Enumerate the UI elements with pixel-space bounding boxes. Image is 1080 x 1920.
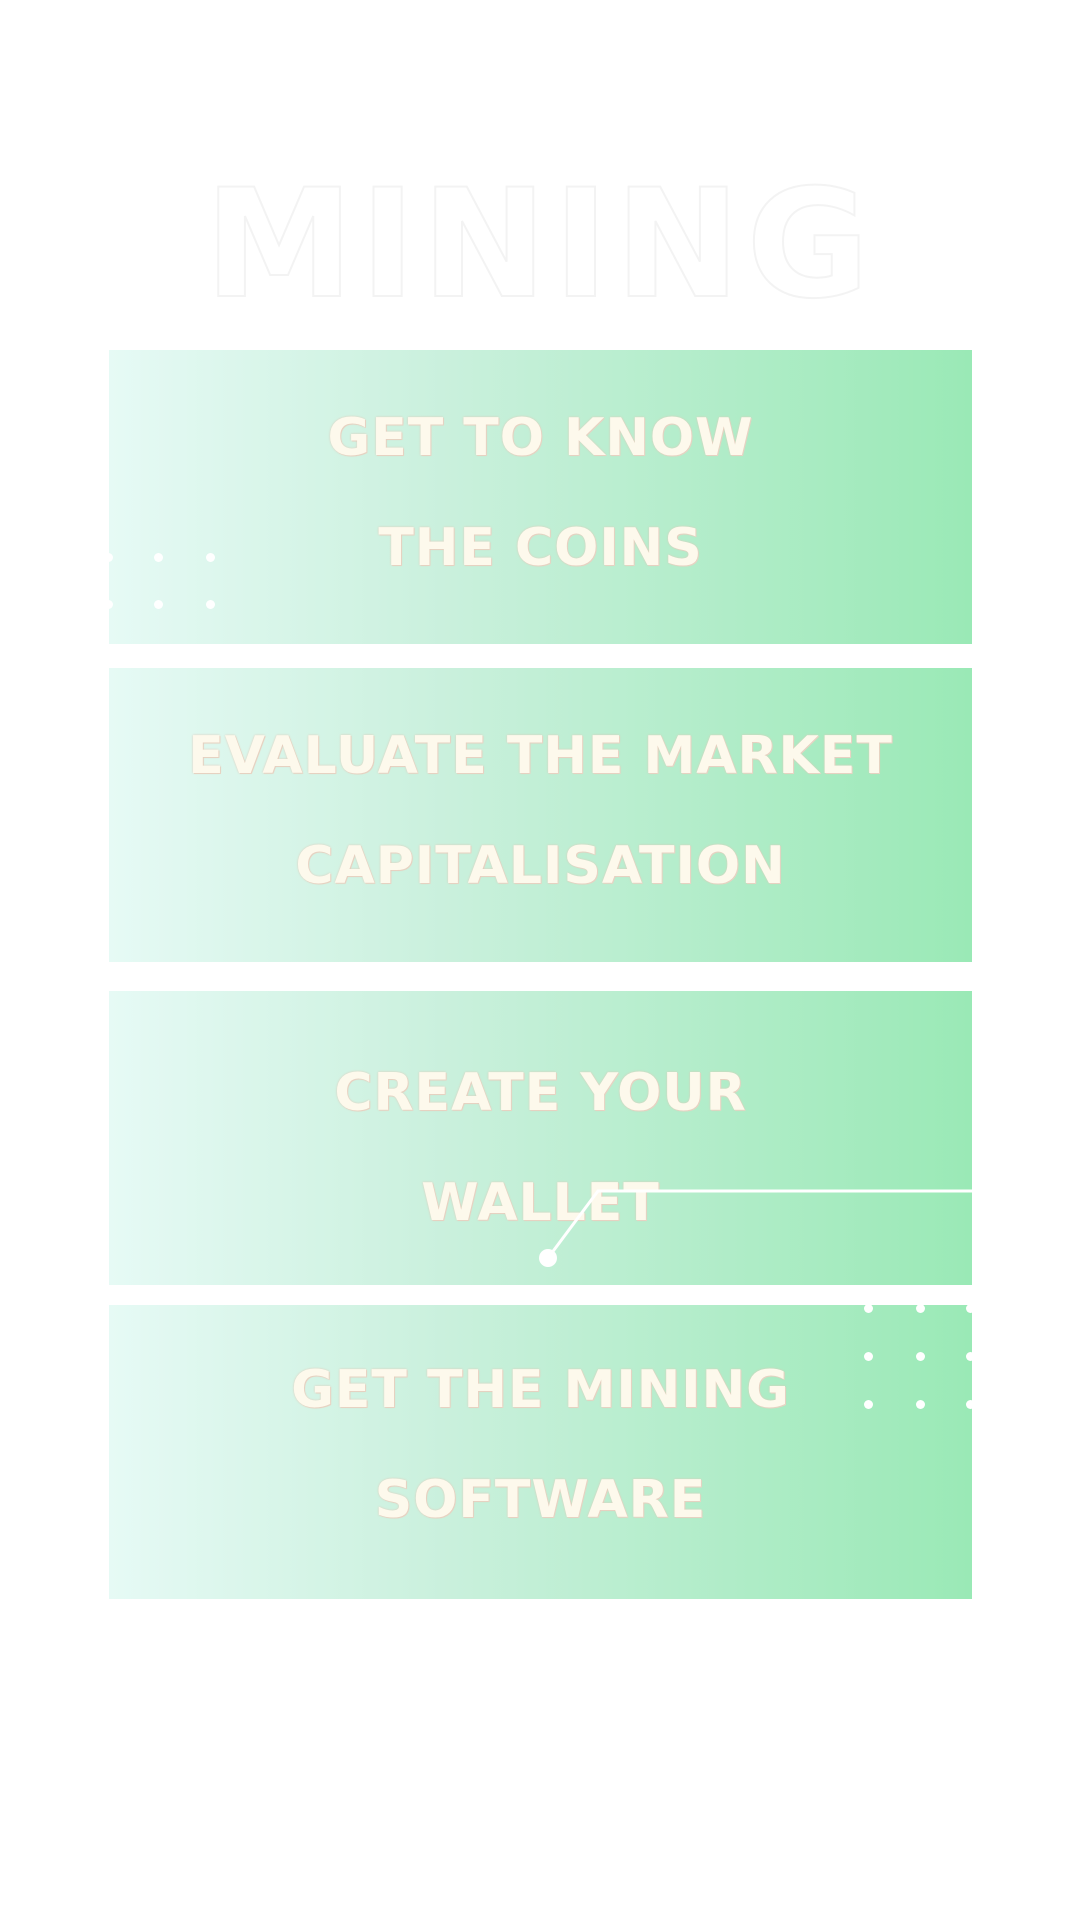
connector-line-decoration bbox=[539, 1189, 972, 1267]
connector-line bbox=[546, 1189, 972, 1259]
connector-dot bbox=[539, 1249, 557, 1267]
infographic-page: MINING GET TO KNOW THE COINS EVALUATE TH… bbox=[0, 0, 1080, 1920]
